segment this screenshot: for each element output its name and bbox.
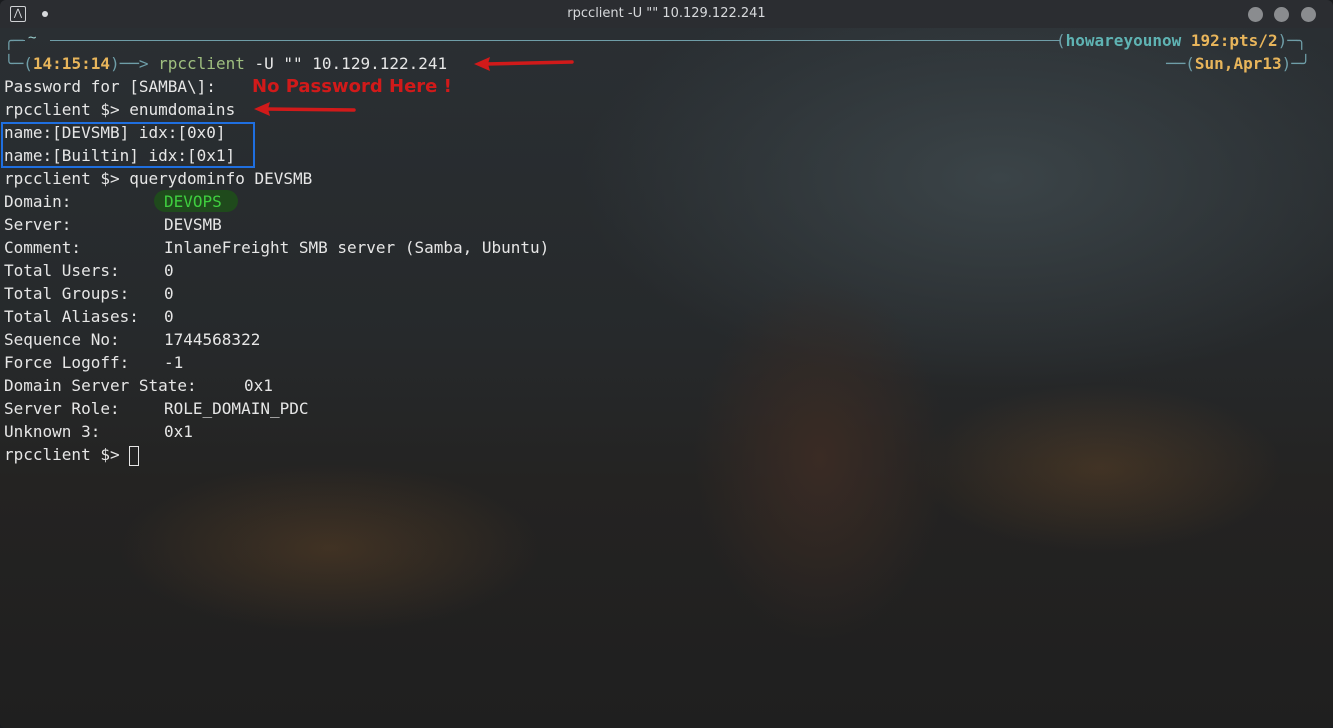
terminal-window: ⋀ rpcclient -U "" 10.129.122.241 ╭─ ~ (h… bbox=[0, 0, 1333, 728]
minimize-button[interactable] bbox=[1248, 7, 1263, 22]
command-name: rpcclient bbox=[158, 54, 245, 73]
title-bar[interactable]: ⋀ rpcclient -U "" 10.129.122.241 bbox=[0, 0, 1333, 28]
password-prompt: Password for [SAMBA\]: bbox=[4, 77, 216, 96]
info-value: 1744568322 bbox=[164, 330, 261, 349]
close-button[interactable] bbox=[1301, 7, 1316, 22]
info-label: Total Aliases: bbox=[4, 307, 139, 326]
info-label: Sequence No: bbox=[4, 330, 120, 349]
prompt-rule bbox=[50, 40, 1060, 41]
domain-row: name:[DEVSMB] idx:[0x0] bbox=[4, 123, 226, 142]
prompt-right-top: (howareyounow 192:pts/2)─╮ bbox=[1056, 31, 1307, 50]
prompt-right-bottom: ──(Sun,Apr13)─╯ bbox=[1166, 54, 1311, 73]
prompt-time: 14:15:14 bbox=[32, 54, 110, 73]
prompt-corner-top: ╭─ bbox=[4, 31, 24, 50]
info-row: Server: DEVSMB bbox=[4, 214, 222, 235]
querydominfo-line: rpcclient $> querydominfo DEVSMB bbox=[4, 168, 312, 189]
rpc-prompt: rpcclient $> bbox=[4, 169, 120, 188]
info-label: Total Groups: bbox=[4, 284, 130, 303]
info-label: Domain Server State: bbox=[4, 376, 197, 395]
info-value: DEVOPS bbox=[164, 192, 222, 211]
info-row: Total Aliases: 0 bbox=[4, 306, 174, 327]
window-title: rpcclient -U "" 10.129.122.241 bbox=[567, 6, 766, 21]
info-value: 0 bbox=[164, 284, 174, 303]
annotation-no-password: No Password Here ! bbox=[252, 76, 452, 97]
prompt-tty: 192:pts/2 bbox=[1190, 31, 1278, 50]
info-row: Unknown 3: 0x1 bbox=[4, 421, 193, 442]
info-label: Unknown 3: bbox=[4, 422, 101, 441]
info-label: Server: bbox=[4, 215, 72, 234]
prompt-rule-left bbox=[22, 40, 25, 41]
active-prompt-line[interactable]: rpcclient $> bbox=[4, 444, 140, 466]
info-label: Force Logoff: bbox=[4, 353, 130, 372]
info-row: Server Role: ROLE_DOMAIN_PDC bbox=[4, 398, 309, 419]
terminal-body[interactable]: ╭─ ~ (howareyounow 192:pts/2)─╮ ╰─(14:15… bbox=[0, 28, 1333, 728]
info-row: Total Users: 0 bbox=[4, 260, 174, 281]
info-value: 0 bbox=[164, 307, 174, 326]
info-value: InlaneFreight SMB server (Samba, Ubuntu) bbox=[164, 238, 550, 257]
info-row: Total Groups: 0 bbox=[4, 283, 174, 304]
rpc-prompt: rpcclient $> bbox=[4, 100, 120, 119]
info-label: Comment: bbox=[4, 238, 82, 257]
info-label: Domain: bbox=[4, 192, 72, 211]
arrow-icon bbox=[474, 57, 574, 71]
info-row: Domain: DEVOPS bbox=[4, 191, 222, 212]
querydominfo-command: querydominfo DEVSMB bbox=[129, 169, 313, 188]
enumdomains-command: enumdomains bbox=[129, 100, 236, 119]
info-value: 0 bbox=[164, 261, 174, 280]
rpc-prompt: rpcclient $> bbox=[4, 445, 120, 464]
info-row: Comment: InlaneFreight SMB server (Samba,… bbox=[4, 237, 549, 258]
domain-row: name:[Builtin] idx:[0x1] bbox=[4, 146, 236, 165]
info-value: 0x1 bbox=[164, 422, 193, 441]
prompt-line: ╰─(14:15:14)──> rpcclient -U "" 10.129.1… bbox=[4, 54, 448, 73]
info-value: DEVSMB bbox=[164, 215, 222, 234]
arrow-icon bbox=[254, 102, 356, 116]
command-args: -U "" 10.129.122.241 bbox=[254, 54, 448, 73]
info-label: Total Users: bbox=[4, 261, 120, 280]
info-row: Force Logoff: -1 bbox=[4, 352, 183, 373]
prompt-date: Sun,Apr13 bbox=[1194, 54, 1282, 73]
info-row: Domain Server State: 0x1 bbox=[4, 375, 273, 396]
info-row: Sequence No: 1744568322 bbox=[4, 329, 260, 350]
maximize-button[interactable] bbox=[1274, 7, 1289, 22]
info-value: ROLE_DOMAIN_PDC bbox=[164, 399, 309, 418]
prompt-user: howareyounow bbox=[1065, 31, 1182, 50]
text-cursor bbox=[129, 445, 140, 466]
info-label: Server Role: bbox=[4, 399, 120, 418]
enumdomains-line: rpcclient $> enumdomains bbox=[4, 99, 235, 120]
prompt-dir: ~ bbox=[28, 30, 37, 46]
info-value: 0x1 bbox=[244, 376, 273, 395]
info-value: -1 bbox=[164, 353, 184, 372]
